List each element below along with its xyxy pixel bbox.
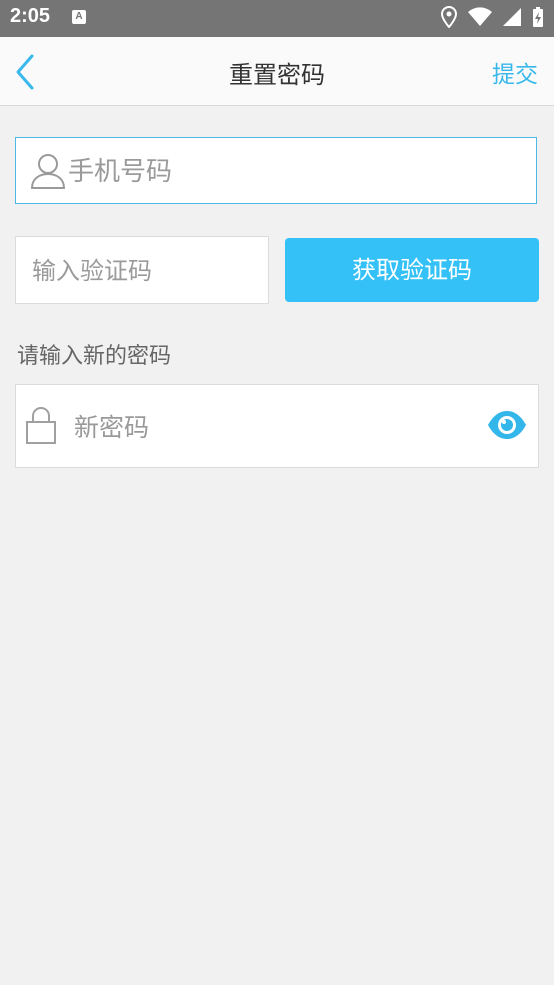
location-icon: [440, 5, 457, 29]
verification-code-field[interactable]: [15, 236, 269, 304]
lock-icon: [26, 407, 56, 444]
get-code-button[interactable]: 获取验证码: [285, 238, 539, 302]
phone-input[interactable]: [66, 148, 520, 196]
status-time: 2:05: [10, 5, 51, 27]
person-icon: [30, 154, 66, 189]
battery-charging-icon: [533, 7, 543, 27]
page-title: 重置密码: [229, 61, 325, 89]
eye-icon[interactable]: [486, 409, 528, 441]
new-password-field[interactable]: [15, 384, 539, 468]
notification-glyph: A: [75, 11, 83, 22]
signal-icon: [502, 8, 521, 26]
notification-icon: A: [72, 10, 86, 24]
wifi-icon: [467, 7, 492, 27]
app-bar: 重置密码 提交: [0, 37, 554, 106]
new-password-hint: 请输入新的密码: [17, 344, 172, 369]
phone-field[interactable]: [15, 137, 537, 204]
new-password-input[interactable]: [72, 403, 476, 451]
status-bar: 2:05 A: [0, 0, 554, 37]
status-icons: [435, 5, 544, 30]
verification-code-input[interactable]: [30, 247, 259, 295]
submit-button[interactable]: 提交: [492, 55, 538, 89]
